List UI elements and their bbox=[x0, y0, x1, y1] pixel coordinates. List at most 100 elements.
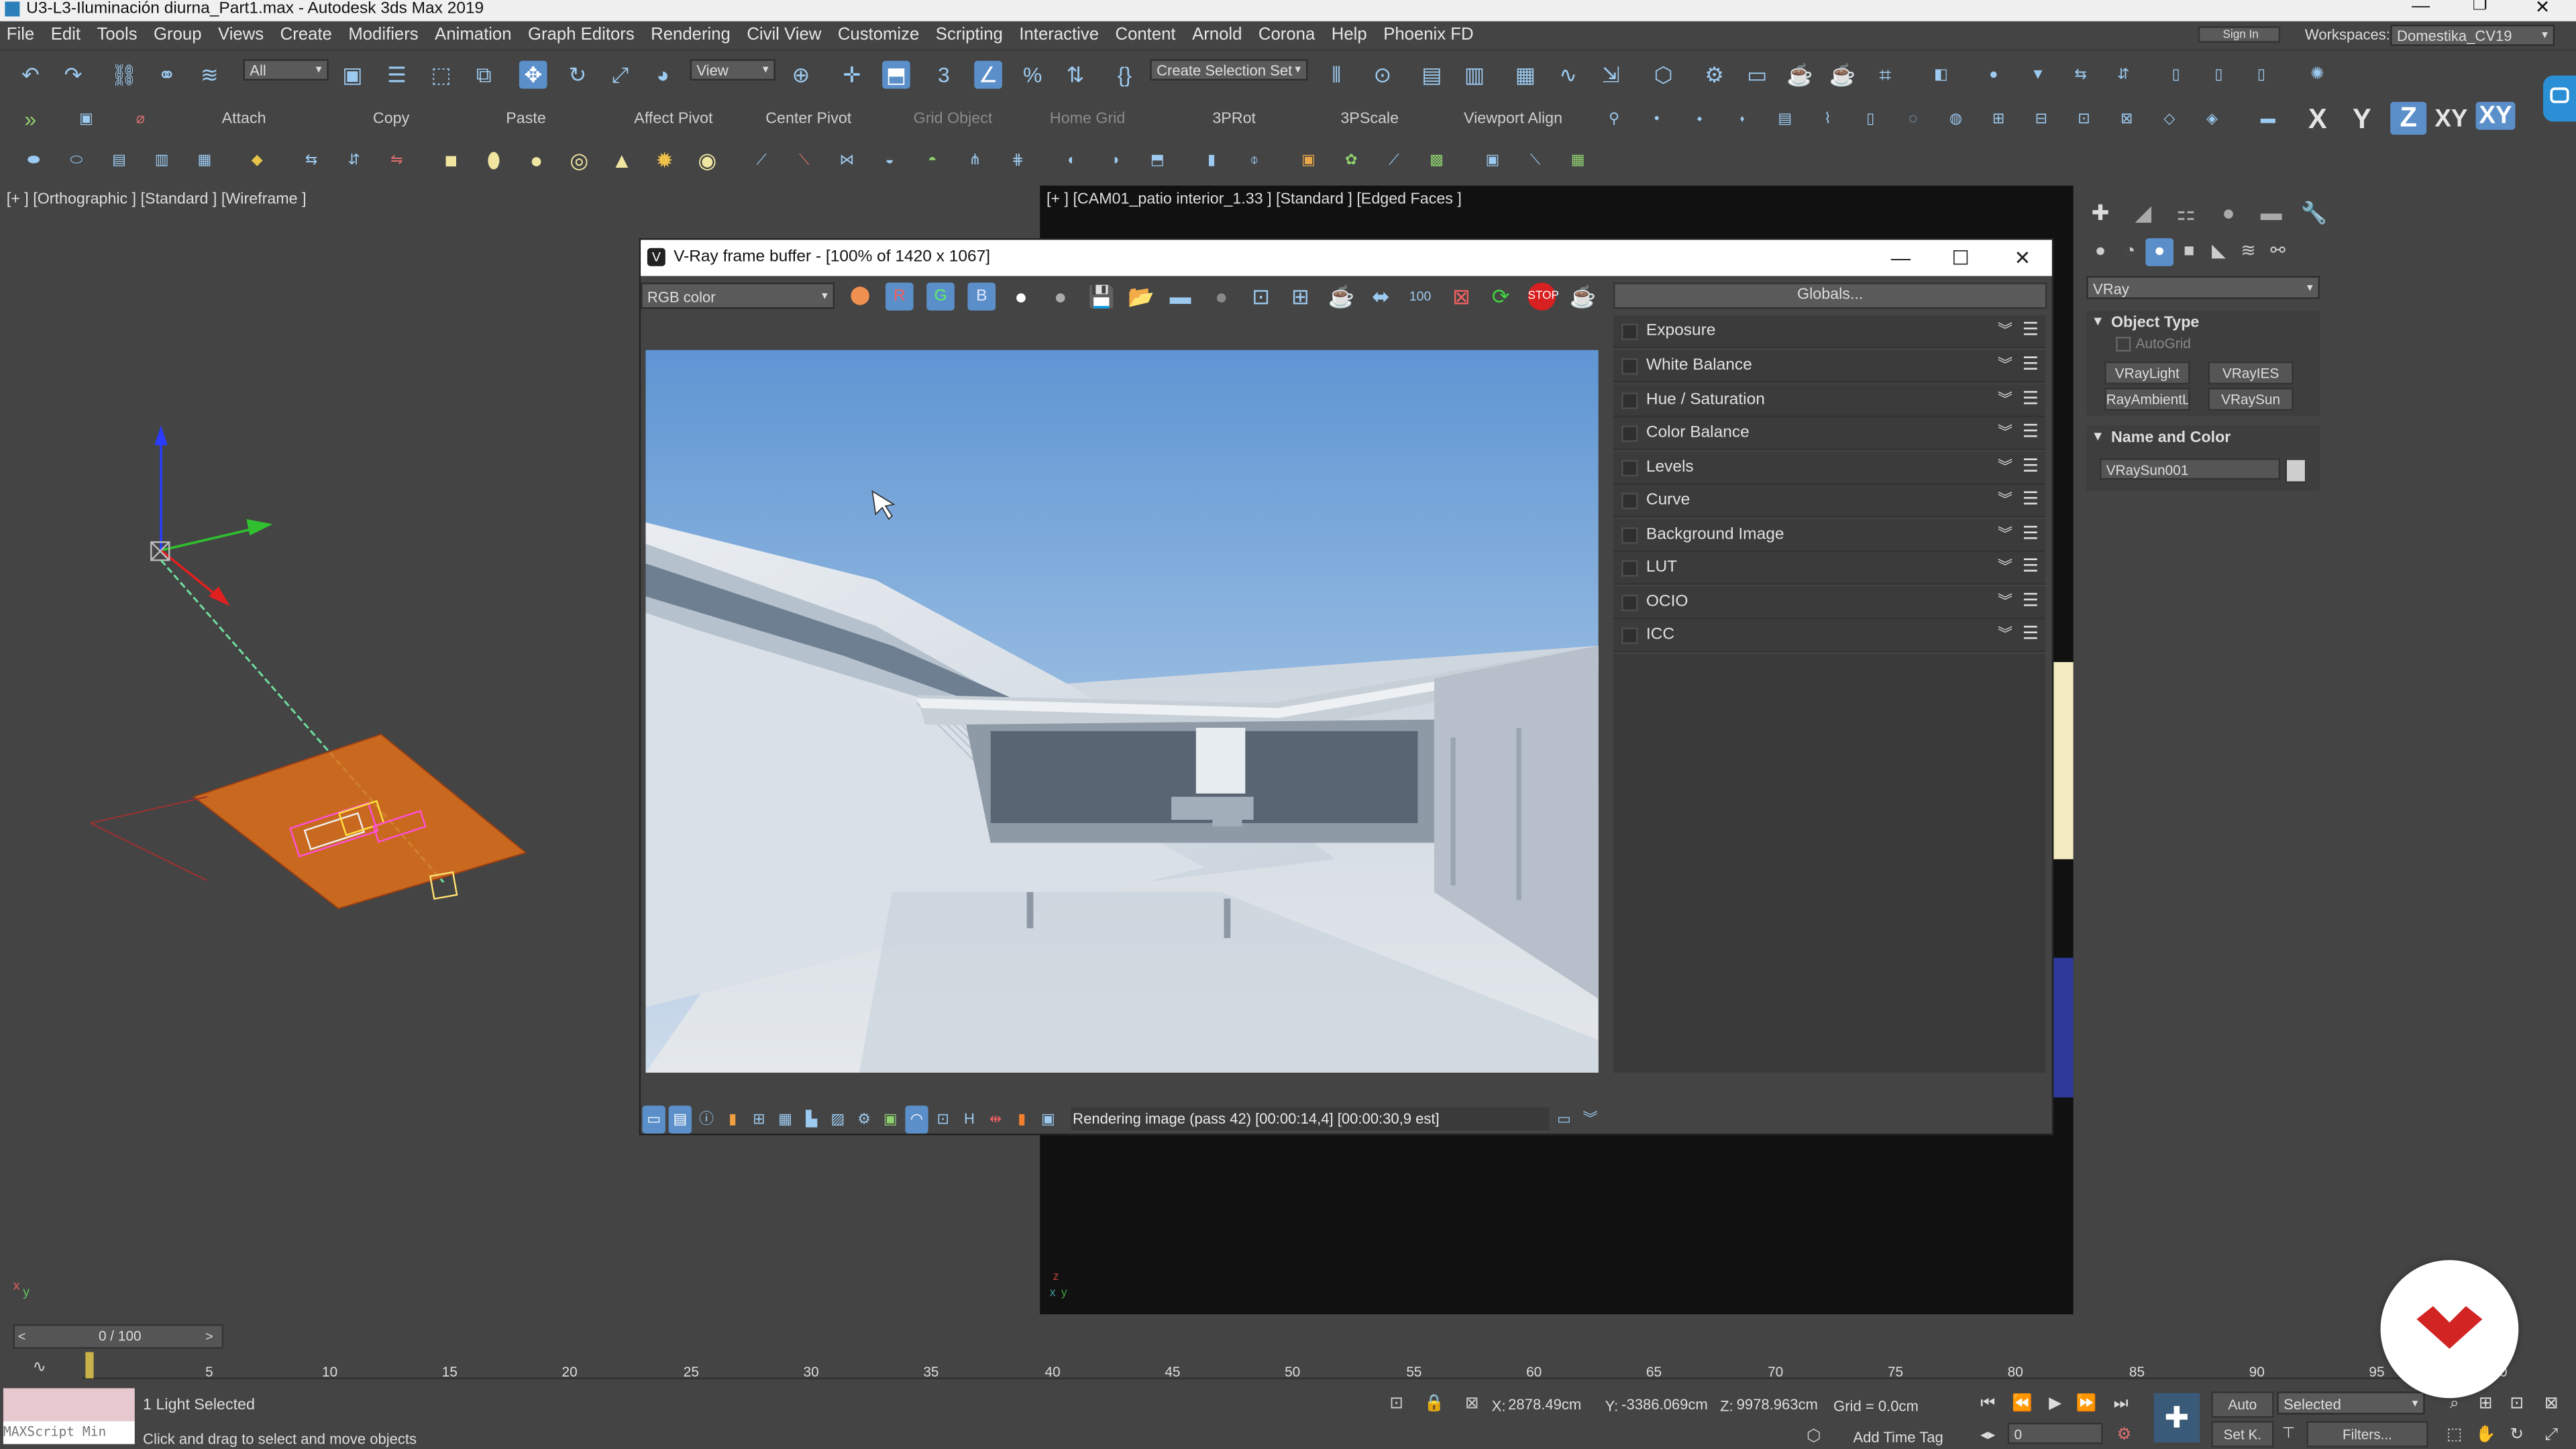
vfb-maximize-icon[interactable]: ☐ bbox=[1951, 240, 1969, 276]
constrain-xy-button[interactable]: XY bbox=[2434, 105, 2467, 133]
object-color-swatch[interactable] bbox=[2285, 458, 2307, 484]
vrayambientlight-button[interactable]: RayAmbientLig bbox=[2104, 387, 2190, 411]
attach-button[interactable]: Attach bbox=[222, 110, 266, 128]
vraysun-button[interactable]: VRaySun bbox=[2208, 387, 2294, 411]
material-editor-icon[interactable]: ⬡ bbox=[1650, 61, 1678, 89]
timeline-track[interactable]: 5 10 15 20 25 30 35 40 45 50 55 60 65 70… bbox=[82, 1350, 2508, 1380]
key-mode-icon[interactable]: ◂▸ bbox=[1976, 1421, 1999, 1449]
lut-checkbox[interactable] bbox=[1621, 560, 1638, 577]
levels-checkbox[interactable] bbox=[1621, 460, 1638, 477]
z-coord-field[interactable]: 9978.963cm bbox=[1737, 1393, 1829, 1416]
row2-tool-icon-11[interactable]: ⊟ bbox=[2027, 105, 2055, 133]
correction-white-balance[interactable]: White Balance ︾ ☰ bbox=[1613, 350, 2045, 383]
menu-scripting[interactable]: Scripting bbox=[928, 21, 1012, 50]
torus-primitive-icon[interactable]: ◎ bbox=[565, 146, 593, 174]
settings-gear-icon[interactable]: ⚙ bbox=[853, 1106, 875, 1134]
workspaces-dropdown[interactable]: Domestika_CV19 bbox=[2390, 24, 2555, 48]
render-in-cloud-icon[interactable]: ⌗ bbox=[1871, 61, 1899, 89]
create-selection-set-dropdown[interactable]: Create Selection Set bbox=[1150, 59, 1308, 82]
menu-create[interactable]: Create bbox=[272, 21, 340, 50]
menu-customize[interactable]: Customize bbox=[830, 21, 928, 50]
zoom-100-icon[interactable]: 100 bbox=[1406, 282, 1434, 311]
curve-checkbox[interactable] bbox=[1621, 492, 1638, 510]
strip-icon-24[interactable]: ⟋ bbox=[1380, 146, 1408, 174]
duplicate-to-max-icon[interactable]: ● bbox=[1208, 282, 1236, 311]
manipulate-icon[interactable]: ✛ bbox=[838, 61, 866, 89]
select-and-rotate-icon[interactable]: ↻ bbox=[564, 61, 592, 89]
rendered-frame-window-icon[interactable]: ▭ bbox=[1743, 61, 1771, 89]
lock-selection-icon[interactable]: 🔒 bbox=[1423, 1390, 1446, 1418]
expand-chevron-icon[interactable]: ︾ bbox=[1998, 619, 2012, 651]
constrain-y-button[interactable]: Y bbox=[2353, 103, 2371, 136]
row2-tool-icon-9[interactable]: ◍ bbox=[1942, 105, 1970, 133]
time-tag-icon[interactable]: ⬡ bbox=[1803, 1423, 1825, 1449]
viewport-label-right[interactable]: [+ ] [CAM01_patio interior_1.33 ] [Stand… bbox=[1046, 191, 1462, 209]
correction-background-image[interactable]: Background Image ︾ ☰ bbox=[1613, 519, 2045, 552]
row2-tool-icon-4[interactable]: ⬪ bbox=[1728, 105, 1756, 133]
menu-civil-view[interactable]: Civil View bbox=[739, 21, 829, 50]
blue-channel-button[interactable]: B bbox=[967, 282, 996, 311]
small-tool-icon[interactable]: ⌀ bbox=[127, 105, 155, 133]
link-to-max-icon[interactable]: ⬌ bbox=[1367, 282, 1395, 311]
strip-icon-10[interactable]: ⟋ bbox=[747, 146, 775, 174]
menu-corona[interactable]: Corona bbox=[1250, 21, 1324, 50]
minimize-icon[interactable]: — bbox=[2412, 0, 2430, 16]
go-to-start-icon[interactable]: ⏮ bbox=[1976, 1390, 1999, 1418]
select-and-place-icon[interactable]: ◕ bbox=[649, 61, 677, 89]
next-frame-icon[interactable]: > bbox=[205, 1326, 213, 1347]
grid-object-button[interactable]: Grid Object bbox=[914, 110, 993, 128]
previous-frame-icon[interactable]: ⏪ bbox=[2011, 1390, 2034, 1418]
geometry-category-icon[interactable]: ● bbox=[2086, 238, 2114, 266]
time-slider[interactable]: < 0 / 100 > bbox=[13, 1324, 224, 1349]
strip-icon-14[interactable]: ◓ bbox=[918, 146, 947, 174]
menu-icon[interactable]: ☰ bbox=[2023, 384, 2039, 416]
strip-icon-15[interactable]: ⋔ bbox=[961, 146, 989, 174]
vfb-log-icon[interactable]: ▭ bbox=[1552, 1106, 1575, 1134]
hierarchy-tab-icon[interactable]: ⚏ bbox=[2172, 199, 2200, 227]
set-key-button[interactable]: Set K. bbox=[2211, 1421, 2274, 1448]
renderer-category-dropdown[interactable]: VRay bbox=[2086, 276, 2320, 301]
strip-icon-2[interactable]: ⬭ bbox=[62, 146, 91, 174]
toggle-layer-explorer-icon[interactable]: ▥ bbox=[1460, 61, 1489, 89]
schematic-view-icon[interactable]: ⇲ bbox=[1597, 61, 1625, 89]
ocio-checkbox[interactable] bbox=[1621, 594, 1638, 612]
vfb-bottom-icon-11[interactable]: ▣ bbox=[1036, 1106, 1059, 1134]
menu-icon[interactable]: ☰ bbox=[2023, 619, 2039, 651]
vfb-bottom-icon-3[interactable]: ▮ bbox=[721, 1106, 744, 1134]
menu-icon[interactable]: ☰ bbox=[2023, 484, 2039, 516]
strip-icon-23[interactable]: ✿ bbox=[1337, 146, 1365, 174]
color-channels-icon[interactable]: ⬤ bbox=[846, 282, 874, 311]
expand-chevron-icon[interactable]: » bbox=[16, 105, 44, 133]
home-grid-button[interactable]: Home Grid bbox=[1050, 110, 1126, 128]
load-image-icon[interactable]: 📂 bbox=[1127, 282, 1155, 311]
vfb-bottom-icon-8[interactable]: ⊡ bbox=[932, 1106, 955, 1134]
strip-icon-1[interactable]: ⬬ bbox=[19, 146, 48, 174]
select-object-icon[interactable]: ▣ bbox=[338, 61, 366, 89]
vfb-minimize-icon[interactable]: — bbox=[1891, 240, 1911, 276]
vfb-bottom-icon-6[interactable]: ▨ bbox=[826, 1106, 849, 1134]
vfb-bottom-icon-9[interactable]: H bbox=[958, 1106, 981, 1134]
snaps-toggle-icon[interactable]: 3 bbox=[930, 61, 958, 89]
correction-hue-saturation[interactable]: Hue / Saturation ︾ ☰ bbox=[1613, 384, 2045, 418]
auto-key-button[interactable]: Auto bbox=[2211, 1391, 2274, 1418]
render-teapot-icon[interactable]: ☕ bbox=[1569, 282, 1597, 311]
select-by-name-icon[interactable]: ☰ bbox=[383, 61, 411, 89]
menu-tools[interactable]: Tools bbox=[89, 21, 146, 50]
geosphere-primitive-icon[interactable]: ✹ bbox=[651, 146, 679, 174]
save-image-icon[interactable]: 💾 bbox=[1087, 282, 1116, 311]
copy-button[interactable]: Copy bbox=[373, 110, 409, 128]
systems-category-icon[interactable]: ⚯ bbox=[2264, 238, 2292, 266]
menu-icon[interactable]: ☰ bbox=[2023, 451, 2039, 483]
key-filters-button[interactable]: Filters... bbox=[2306, 1421, 2428, 1448]
expand-chevron-icon[interactable]: ︾ bbox=[1998, 552, 2012, 584]
render-iterative-icon[interactable]: ☕ bbox=[1829, 61, 1857, 89]
mirror-icon[interactable]: ⫴ bbox=[1322, 61, 1350, 89]
shapes-category-icon[interactable]: ◔ bbox=[2116, 238, 2144, 266]
row2-tool-icon-8[interactable]: ◌ bbox=[1899, 105, 1927, 133]
strip-icon-16[interactable]: ⋕ bbox=[1004, 146, 1032, 174]
unlink-icon[interactable]: ⚭ bbox=[153, 61, 181, 89]
paste-button[interactable]: Paste bbox=[506, 110, 546, 128]
strip-icon-21[interactable]: ⌽ bbox=[1240, 146, 1269, 174]
row2-tool-icon-6[interactable]: ⌇ bbox=[1814, 105, 1842, 133]
menu-arnold[interactable]: Arnold bbox=[1184, 21, 1250, 50]
